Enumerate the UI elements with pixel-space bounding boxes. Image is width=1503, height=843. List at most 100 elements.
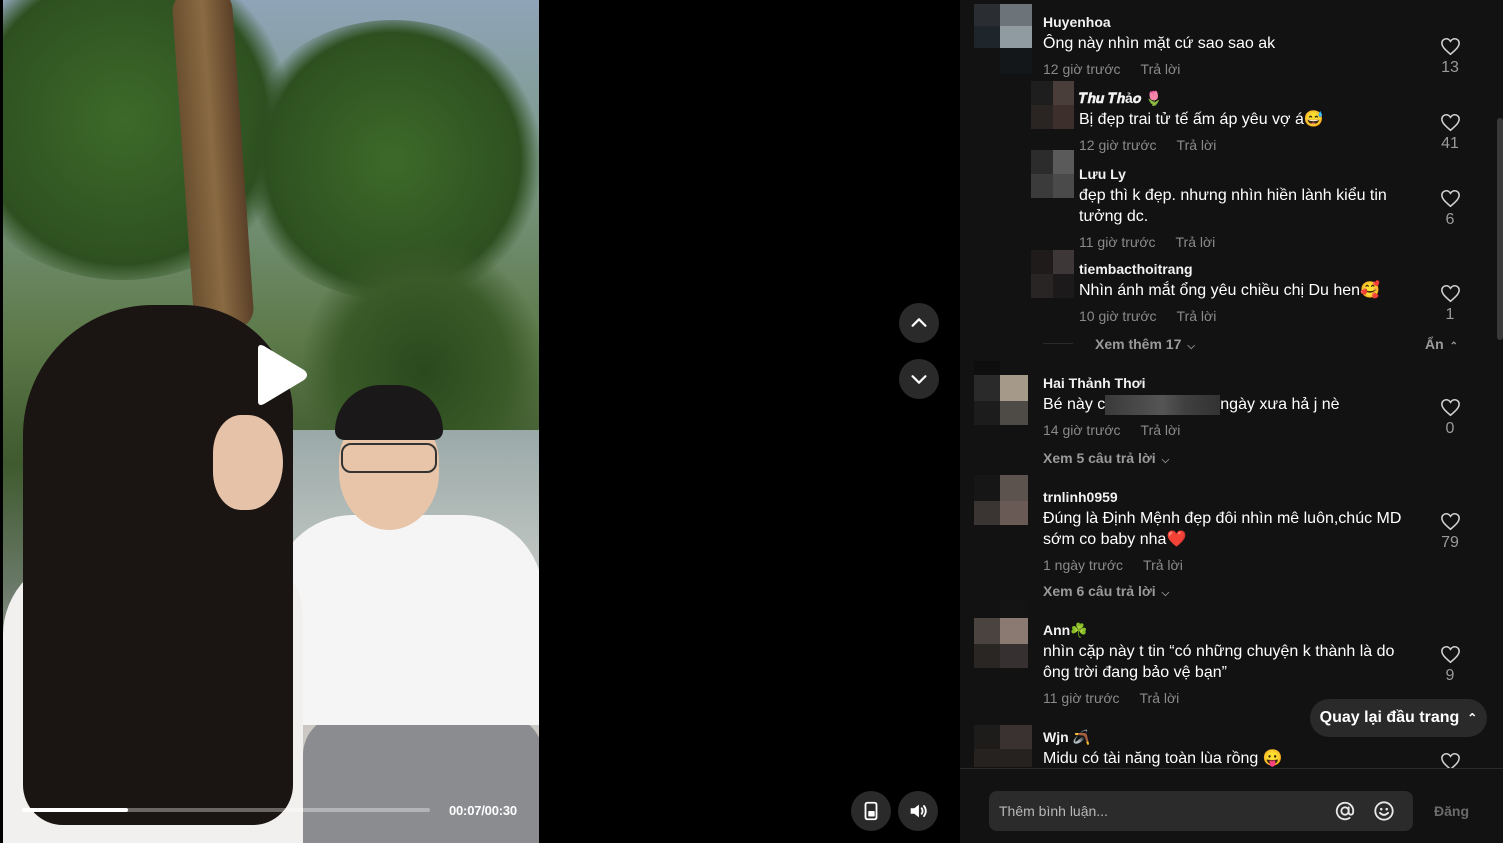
comment-meta: 12 giờ trước Trả lời xyxy=(1079,137,1216,153)
time-label: 00:07/00:30 xyxy=(449,803,517,818)
reply-button[interactable]: Trả lời xyxy=(1143,557,1183,573)
comment-text: Nhìn ánh mắt ổng yêu chiều chị Du hen🥰 xyxy=(1079,282,1380,299)
avatar[interactable] xyxy=(974,4,1032,74)
view-more-label: Xem 6 câu trả lời xyxy=(1043,583,1156,599)
chevron-down-icon: ⌵ xyxy=(1161,588,1170,599)
comment-username[interactable]: Hai Thảnh Thơi xyxy=(1043,375,1146,391)
like-count: 0 xyxy=(1445,420,1455,437)
like-button[interactable]: 6 xyxy=(1435,189,1465,229)
comment-time: 11 giờ trước xyxy=(1043,690,1120,706)
comment-text: Bé này c ngày xưa hả j nè xyxy=(1043,394,1340,415)
picture-in-picture-icon[interactable] xyxy=(851,791,891,831)
comment-composer: Đăng xyxy=(960,768,1503,843)
heart-outline-icon xyxy=(1440,37,1460,56)
redacted-text-block xyxy=(1105,394,1221,415)
comment-username[interactable]: Lưu Ly xyxy=(1079,166,1126,182)
comment-time: 10 giờ trước xyxy=(1079,308,1157,324)
video-frame[interactable]: 00:07/00:30 xyxy=(3,0,539,843)
comment-time: 12 giờ trước xyxy=(1079,137,1157,153)
avatar[interactable] xyxy=(1031,250,1074,298)
heart-outline-icon xyxy=(1440,752,1460,768)
view-more-label: Xem thêm 17 xyxy=(1095,336,1182,352)
man-figure xyxy=(263,385,539,843)
thread-divider xyxy=(1043,343,1073,344)
hide-replies[interactable]: Ẩn ⌃ xyxy=(1425,336,1458,352)
comment-text: Midu có tài năng toàn lùa rồng 😛 xyxy=(1043,750,1283,767)
view-more-replies[interactable]: Xem thêm 17 ⌵ xyxy=(1095,336,1195,352)
reply-button[interactable]: Trả lời xyxy=(1176,234,1216,250)
like-button[interactable] xyxy=(1435,752,1465,768)
reply-button[interactable]: Trả lời xyxy=(1177,137,1217,153)
like-count: 6 xyxy=(1445,211,1455,228)
view-more-label: Xem 5 câu trả lời xyxy=(1043,450,1156,466)
comment-text: đẹp thì k đẹp. nhưng nhìn hiền lành kiểu… xyxy=(1079,187,1387,225)
double-chevron-up-icon: ⌃ xyxy=(1467,711,1478,725)
like-count: 13 xyxy=(1441,59,1459,76)
comment-text: Ông này nhìn mặt cứ sao sao ak xyxy=(1043,35,1276,52)
progress-bar[interactable] xyxy=(22,808,430,812)
back-to-top-button[interactable]: Quay lại đầu trang ⌃ xyxy=(1310,699,1487,737)
avatar[interactable] xyxy=(974,725,1032,767)
avatar[interactable] xyxy=(1031,150,1074,198)
video-stage: 00:07/00:30 xyxy=(0,0,960,843)
like-button[interactable]: 79 xyxy=(1435,512,1465,552)
comment-username[interactable]: 𝑻𝒉𝒖 𝑻𝒉ả𝒐 🌷 xyxy=(1079,90,1163,107)
at-sign-icon[interactable] xyxy=(1334,800,1356,822)
heart-outline-icon xyxy=(1440,512,1460,531)
reply-button[interactable]: Trả lời xyxy=(1141,422,1181,438)
avatar[interactable] xyxy=(974,600,1032,670)
comment-meta: 12 giờ trước Trả lời xyxy=(1043,61,1180,77)
chevron-down-icon[interactable] xyxy=(899,359,939,399)
chevron-up-icon: ⌃ xyxy=(1449,341,1459,352)
heart-outline-icon xyxy=(1440,113,1460,132)
chevron-down-icon: ⌵ xyxy=(1161,455,1170,466)
comment-text: Bị đẹp trai tử tế ấm áp yêu vợ á😅 xyxy=(1079,111,1324,128)
scrollbar-thumb[interactable] xyxy=(1497,118,1503,340)
like-button[interactable]: 9 xyxy=(1435,645,1465,685)
comment-meta: 10 giờ trước Trả lời xyxy=(1079,308,1216,324)
comment-input-box xyxy=(989,791,1413,831)
like-button[interactable]: 13 xyxy=(1435,37,1465,77)
heart-outline-icon xyxy=(1440,398,1460,417)
view-more-replies[interactable]: Xem 6 câu trả lời ⌵ xyxy=(1043,583,1169,599)
comment-username[interactable]: Huyenhoa xyxy=(1043,14,1111,30)
like-button[interactable]: 1 xyxy=(1435,284,1465,324)
emoji-icon[interactable] xyxy=(1373,800,1395,822)
comment-username[interactable]: Ann☘️ xyxy=(1043,622,1088,639)
comment-username[interactable]: Wjn 🪃 xyxy=(1043,729,1090,746)
comment-username[interactable]: tiembacthoitrang xyxy=(1079,261,1193,277)
progress-fill xyxy=(22,808,129,812)
app-root: 00:07/00:30 Huyenhoa Ông này nhìn mặt cứ… xyxy=(0,0,1503,843)
comments-list[interactable]: Huyenhoa Ông này nhìn mặt cứ sao sao ak … xyxy=(960,0,1503,768)
like-count: 41 xyxy=(1441,135,1459,152)
play-icon[interactable] xyxy=(250,343,310,408)
comment-meta: 14 giờ trước Trả lời xyxy=(1043,422,1180,438)
comment-time: 11 giờ trước xyxy=(1079,234,1156,250)
avatar[interactable] xyxy=(974,475,1032,545)
hide-label: Ẩn xyxy=(1425,336,1444,352)
like-count: 9 xyxy=(1445,667,1455,684)
avatar[interactable] xyxy=(1031,81,1074,129)
post-button[interactable]: Đăng xyxy=(1434,803,1469,819)
like-count: 79 xyxy=(1441,534,1459,551)
comment-text: Đúng là Định Mệnh đẹp đôi nhìn mê luôn,c… xyxy=(1043,510,1402,548)
chevron-down-icon: ⌵ xyxy=(1187,341,1195,352)
comment-username[interactable]: trnlinh0959 xyxy=(1043,489,1118,505)
comment-time: 12 giờ trước xyxy=(1043,61,1121,77)
avatar[interactable] xyxy=(974,361,1032,431)
volume-icon[interactable] xyxy=(898,791,938,831)
reply-button[interactable]: Trả lời xyxy=(1140,690,1180,706)
heart-outline-icon xyxy=(1440,645,1460,664)
back-to-top-label: Quay lại đầu trang xyxy=(1319,709,1460,726)
reply-button[interactable]: Trả lời xyxy=(1141,61,1181,77)
like-button[interactable]: 0 xyxy=(1435,398,1465,438)
comment-meta: 11 giờ trước Trả lời xyxy=(1043,690,1179,706)
comment-meta: 11 giờ trước Trả lời xyxy=(1079,234,1215,250)
comment-input[interactable] xyxy=(999,791,1319,831)
like-button[interactable]: 41 xyxy=(1435,113,1465,153)
view-more-replies[interactable]: Xem 5 câu trả lời ⌵ xyxy=(1043,450,1169,466)
reply-button[interactable]: Trả lời xyxy=(1177,308,1217,324)
comment-time: 14 giờ trước xyxy=(1043,422,1121,438)
comment-time: 1 ngày trước xyxy=(1043,557,1124,573)
chevron-up-icon[interactable] xyxy=(899,303,939,343)
